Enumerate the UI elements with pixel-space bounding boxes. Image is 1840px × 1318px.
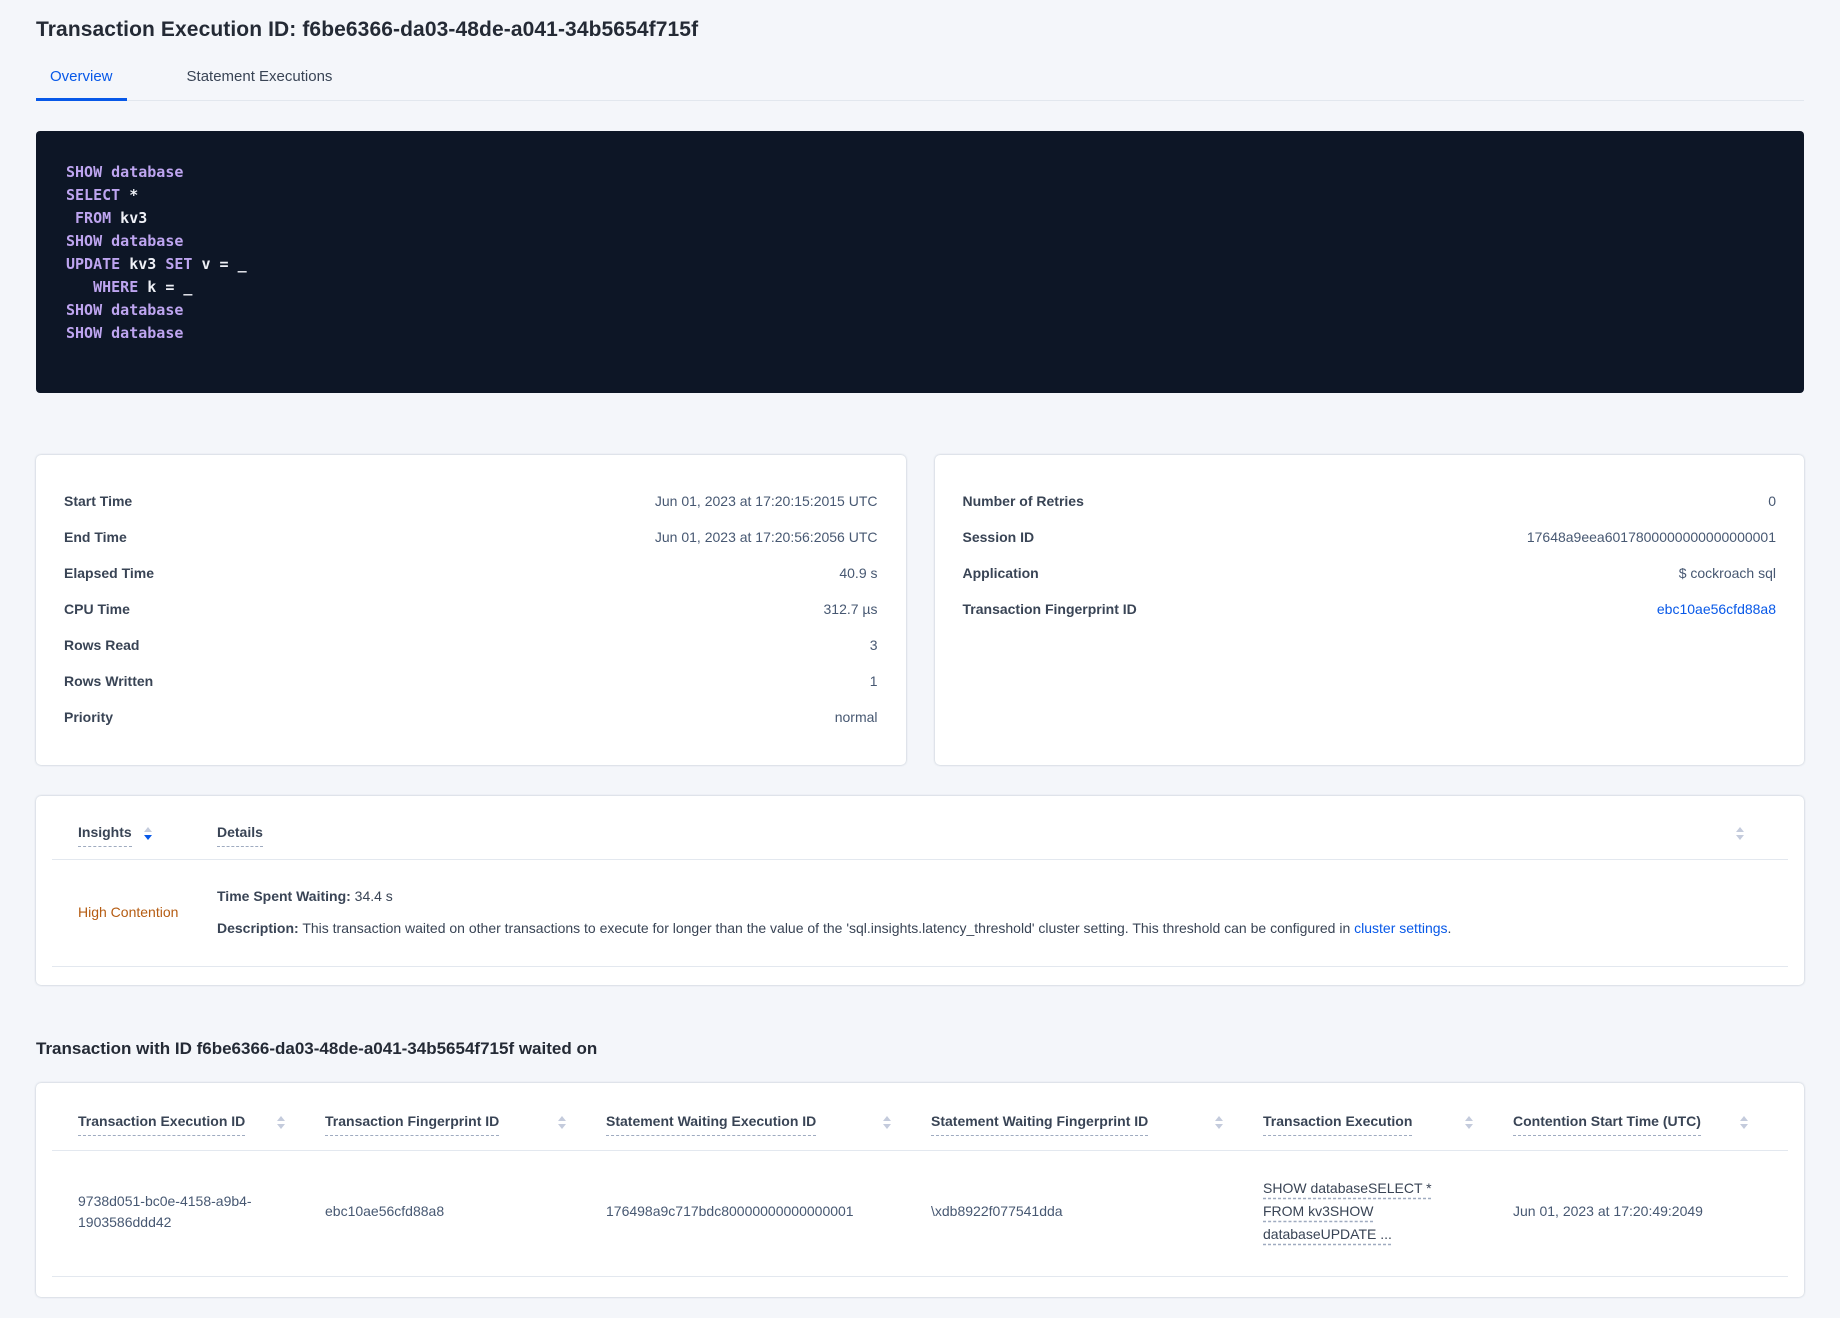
summary-cards: Start Time Jun 01, 2023 at 17:20:15:2015 …: [36, 455, 1804, 765]
summary-row: Session ID 17648a9eea60178000000000000000…: [963, 519, 1777, 555]
column-header-label[interactable]: Statement Waiting Execution ID: [606, 1113, 817, 1136]
summary-row: CPU Time 312.7 µs: [64, 591, 878, 627]
insights-table-header: Insights Details: [52, 796, 1788, 859]
sort-icon[interactable]: [1740, 1116, 1748, 1129]
insights-column-label[interactable]: Insights: [78, 824, 132, 847]
summary-row-value: Jun 01, 2023 at 17:20:56:2056 UTC: [654, 529, 878, 545]
summary-row-label: Rows Read: [64, 637, 140, 653]
table-row: 9738d051-bc0e-4158-a9b4-1903586ddd42 ebc…: [52, 1151, 1788, 1276]
sort-icon[interactable]: [277, 1116, 285, 1129]
sql-line: FROM kv3: [75, 209, 148, 227]
cluster-settings-link[interactable]: cluster settings: [1354, 920, 1447, 936]
summary-row: Rows Written 1: [64, 663, 878, 699]
transaction-fingerprint-link[interactable]: ebc10ae56cfd88a8: [1657, 601, 1776, 617]
waited-on-table-card: Transaction Execution ID Transaction Fing…: [36, 1083, 1804, 1297]
column-header-transaction-execution[interactable]: Transaction Execution: [1263, 1113, 1513, 1136]
column-header-label[interactable]: Transaction Execution: [1263, 1113, 1413, 1136]
summary-row: Application $ cockroach sql: [963, 555, 1777, 591]
insight-description: Description: This transaction waited on …: [217, 918, 1788, 938]
summary-row-value: 312.7 µs: [823, 601, 878, 617]
column-header-contention-start-time-utc[interactable]: Contention Start Time (UTC): [1513, 1113, 1788, 1136]
insight-row: High Contention Time Spent Waiting: 34.4…: [52, 860, 1788, 966]
summary-row-value: 0: [1768, 493, 1776, 509]
details-column-header[interactable]: Details: [217, 824, 1736, 847]
tab-overview[interactable]: Overview: [36, 68, 127, 101]
summary-card-left: Start Time Jun 01, 2023 at 17:20:15:2015 …: [36, 455, 906, 765]
page-title: Transaction Execution ID: f6be6366-da03-…: [36, 18, 699, 41]
tab-statement-executions[interactable]: Statement Executions: [173, 68, 347, 101]
column-header-statement-waiting-fingerprint-id[interactable]: Statement Waiting Fingerprint ID: [931, 1113, 1263, 1136]
waiting-label: Time Spent Waiting:: [217, 888, 351, 904]
column-header-transaction-execution-id[interactable]: Transaction Execution ID: [52, 1113, 325, 1136]
insights-card: Insights Details High Contention Time Sp…: [36, 796, 1804, 985]
insights-column-header[interactable]: Insights: [52, 824, 217, 847]
summary-row: Priority normal: [64, 699, 878, 735]
sort-icon[interactable]: [883, 1116, 891, 1129]
summary-row-value: 40.9 s: [839, 565, 878, 581]
details-column-label[interactable]: Details: [217, 824, 263, 847]
insight-details: Time Spent Waiting: 34.4 s Description: …: [217, 886, 1788, 938]
cell-transaction-execution: SHOW databaseSELECT * FROM kv3SHOW datab…: [1263, 1177, 1513, 1246]
waiting-value: 34.4 s: [350, 888, 393, 904]
sort-icon[interactable]: [558, 1116, 566, 1129]
summary-row: Transaction Fingerprint ID ebc10ae56cfd88…: [963, 591, 1777, 627]
column-header-label[interactable]: Transaction Execution ID: [78, 1113, 246, 1136]
sort-icon[interactable]: [1215, 1116, 1223, 1129]
transaction-execution-link[interactable]: SHOW databaseSELECT * FROM kv3SHOW datab…: [1263, 1177, 1441, 1246]
tab-bar: Overview Statement Executions: [36, 68, 1804, 101]
summary-row-value: 3: [869, 637, 878, 653]
sql-line: WHERE k = _: [93, 278, 193, 296]
summary-row-label: End Time: [64, 529, 127, 545]
sql-line: SHOW database: [66, 301, 184, 319]
sql-line: SHOW database: [66, 232, 184, 250]
sql-line: UPDATE kv3 SET v = _: [66, 255, 247, 273]
summary-row-value: normal: [834, 709, 878, 725]
cell-contention-start-time: Jun 01, 2023 at 17:20:49:2049: [1513, 1203, 1703, 1219]
column-header-transaction-fingerprint-id[interactable]: Transaction Fingerprint ID: [325, 1113, 606, 1136]
waited-on-table-header: Transaction Execution ID Transaction Fing…: [52, 1083, 1788, 1150]
transaction-details-page: Transaction Execution ID: f6be6366-da03-…: [0, 0, 1840, 1297]
summary-row-value: 1: [869, 673, 878, 689]
sort-icon[interactable]: [1465, 1116, 1473, 1129]
summary-row-label: Session ID: [962, 529, 1035, 545]
column-header-label[interactable]: Transaction Fingerprint ID: [325, 1113, 500, 1136]
summary-row-label: Elapsed Time: [64, 565, 155, 581]
summary-row-value: $ cockroach sql: [1678, 565, 1776, 581]
sort-icon[interactable]: [1736, 827, 1744, 840]
cell-statement-waiting-execution-id: 176498a9c717bdc80000000000000001: [606, 1203, 854, 1219]
summary-row-label: Start Time: [64, 493, 133, 509]
summary-row-label: Number of Retries: [962, 493, 1084, 509]
cell-statement-waiting-fingerprint-id: \xdb8922f077541dda: [931, 1203, 1063, 1219]
summary-row-label: Priority: [64, 709, 114, 725]
summary-row-label: Application: [962, 565, 1039, 581]
sql-line: SHOW database: [66, 163, 184, 181]
insight-badge: High Contention: [78, 904, 179, 920]
description-suffix: .: [1447, 920, 1452, 936]
summary-row-value: Jun 01, 2023 at 17:20:15:2015 UTC: [654, 493, 878, 509]
description-label: Description:: [217, 920, 299, 936]
summary-row: End Time Jun 01, 2023 at 17:20:56:2056 UT…: [64, 519, 878, 555]
waited-on-heading: Transaction with ID f6be6366-da03-48de-a…: [36, 1039, 598, 1058]
column-header-statement-waiting-execution-id[interactable]: Statement Waiting Execution ID: [606, 1113, 931, 1136]
column-header-label[interactable]: Statement Waiting Fingerprint ID: [931, 1113, 1149, 1136]
time-spent-waiting: Time Spent Waiting: 34.4 s: [217, 886, 1788, 906]
sort-icon[interactable]: [143, 827, 152, 840]
summary-row: Number of Retries 0: [963, 483, 1777, 519]
summary-row-label: CPU Time: [64, 601, 130, 617]
column-header-label[interactable]: Contention Start Time (UTC): [1513, 1113, 1701, 1136]
summary-card-right: Number of Retries 0 Session ID 17648a9eea60…: [934, 455, 1804, 765]
cell-transaction-execution-id: 9738d051-bc0e-4158-a9b4-1903586ddd42: [78, 1192, 252, 1230]
summary-row: Elapsed Time 40.9 s: [64, 555, 878, 591]
transaction-sql-box: SHOW database SELECT * FROM kv3 SHOW datab…: [36, 131, 1804, 393]
summary-row-label: Rows Written: [64, 673, 154, 689]
cell-transaction-fingerprint-id: ebc10ae56cfd88a8: [325, 1203, 445, 1219]
description-text: This transaction waited on other transac…: [298, 920, 1355, 936]
summary-row: Rows Read 3: [64, 627, 878, 663]
summary-row-value: 17648a9eea6017800000000000000001: [1526, 529, 1776, 545]
sql-line: SHOW database: [66, 324, 184, 342]
summary-row-label: Transaction Fingerprint ID: [962, 601, 1137, 617]
summary-row: Start Time Jun 01, 2023 at 17:20:15:2015 …: [64, 483, 878, 519]
sql-line: SELECT *: [66, 186, 139, 204]
